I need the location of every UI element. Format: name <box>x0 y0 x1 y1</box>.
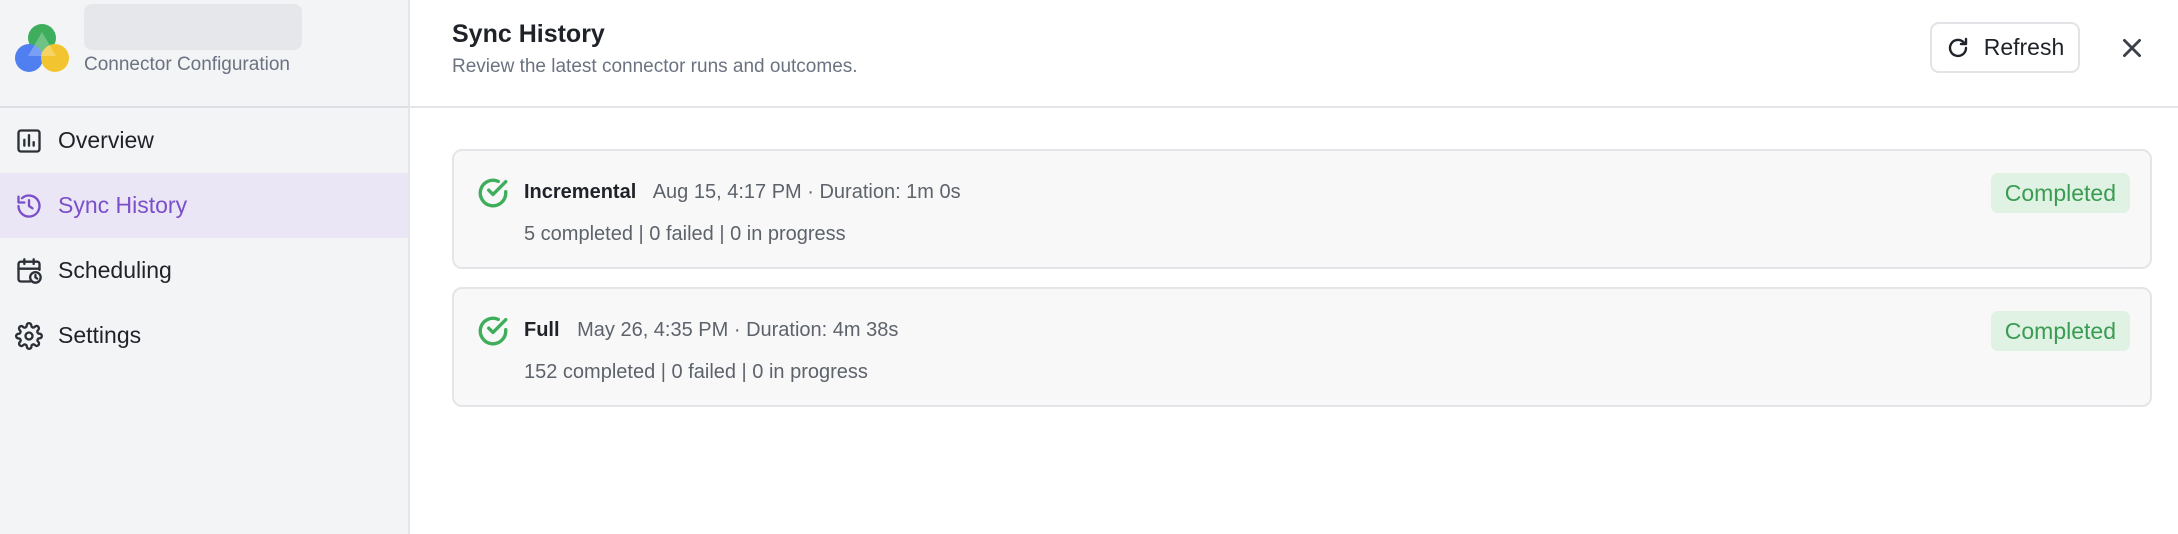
sidebar-nav: Overview Sync History Scheduling Setting… <box>0 108 408 368</box>
sync-run-meta: May 26, 4:35 PM · Duration: 4m 38s <box>577 319 899 341</box>
check-circle-icon <box>476 314 510 348</box>
sync-run-meta: Aug 15, 4:17 PM · Duration: 1m 0s <box>652 181 961 203</box>
sync-run-type: Incremental <box>524 181 637 203</box>
sidebar-item-settings[interactable]: Settings <box>0 303 408 368</box>
sync-run-type: Full <box>524 319 560 341</box>
sidebar-item-overview[interactable]: Overview <box>0 108 408 173</box>
brand-header: Connector Configuration <box>0 0 408 108</box>
calendar-clock-icon <box>14 256 44 286</box>
sync-run-card[interactable]: Incremental Aug 15, 4:17 PM · Duration: … <box>452 149 2152 269</box>
history-icon <box>14 191 44 221</box>
main-panel: Sync History Review the latest connector… <box>410 0 2178 534</box>
refresh-icon <box>1948 37 1967 57</box>
sync-run-card[interactable]: Full May 26, 4:35 PM · Duration: 4m 38s … <box>452 287 2152 407</box>
sidebar-item-label: Scheduling <box>58 257 172 283</box>
sidebar: Connector Configuration Overview Sync Hi… <box>0 0 410 534</box>
sidebar-item-label: Settings <box>58 322 142 348</box>
page-subtitle: Review the latest connector runs and out… <box>452 56 858 77</box>
sidebar-item-label: Sync History <box>58 192 188 218</box>
sidebar-item-sync-history[interactable]: Sync History <box>0 173 408 238</box>
sync-run-header: Incremental Aug 15, 4:17 PM · Duration: … <box>524 181 961 204</box>
status-badge: Completed <box>1990 311 2130 351</box>
refresh-button[interactable]: Refresh <box>1930 22 2080 73</box>
app-logo <box>14 22 70 74</box>
sync-run-header: Full May 26, 4:35 PM · Duration: 4m 38s <box>524 319 898 342</box>
sidebar-item-scheduling[interactable]: Scheduling <box>0 238 408 303</box>
status-badge: Completed <box>1990 173 2130 213</box>
brand-subtitle: Connector Configuration <box>84 54 290 75</box>
gear-icon <box>14 321 44 351</box>
sync-run-summary: 5 completed | 0 failed | 0 in progress <box>524 223 846 245</box>
sidebar-item-label: Overview <box>58 127 154 153</box>
close-button[interactable] <box>2112 28 2152 68</box>
page-title: Sync History <box>452 20 605 48</box>
sync-run-summary: 152 completed | 0 failed | 0 in progress <box>524 361 868 383</box>
close-icon <box>2123 39 2141 57</box>
brand-name-placeholder <box>84 4 302 50</box>
page-header: Sync History Review the latest connector… <box>410 0 2178 108</box>
check-circle-icon <box>476 176 510 210</box>
sync-run-list: Incremental Aug 15, 4:17 PM · Duration: … <box>452 149 2152 425</box>
refresh-button-label: Refresh <box>1983 34 2065 60</box>
bar-chart-icon <box>14 126 44 156</box>
